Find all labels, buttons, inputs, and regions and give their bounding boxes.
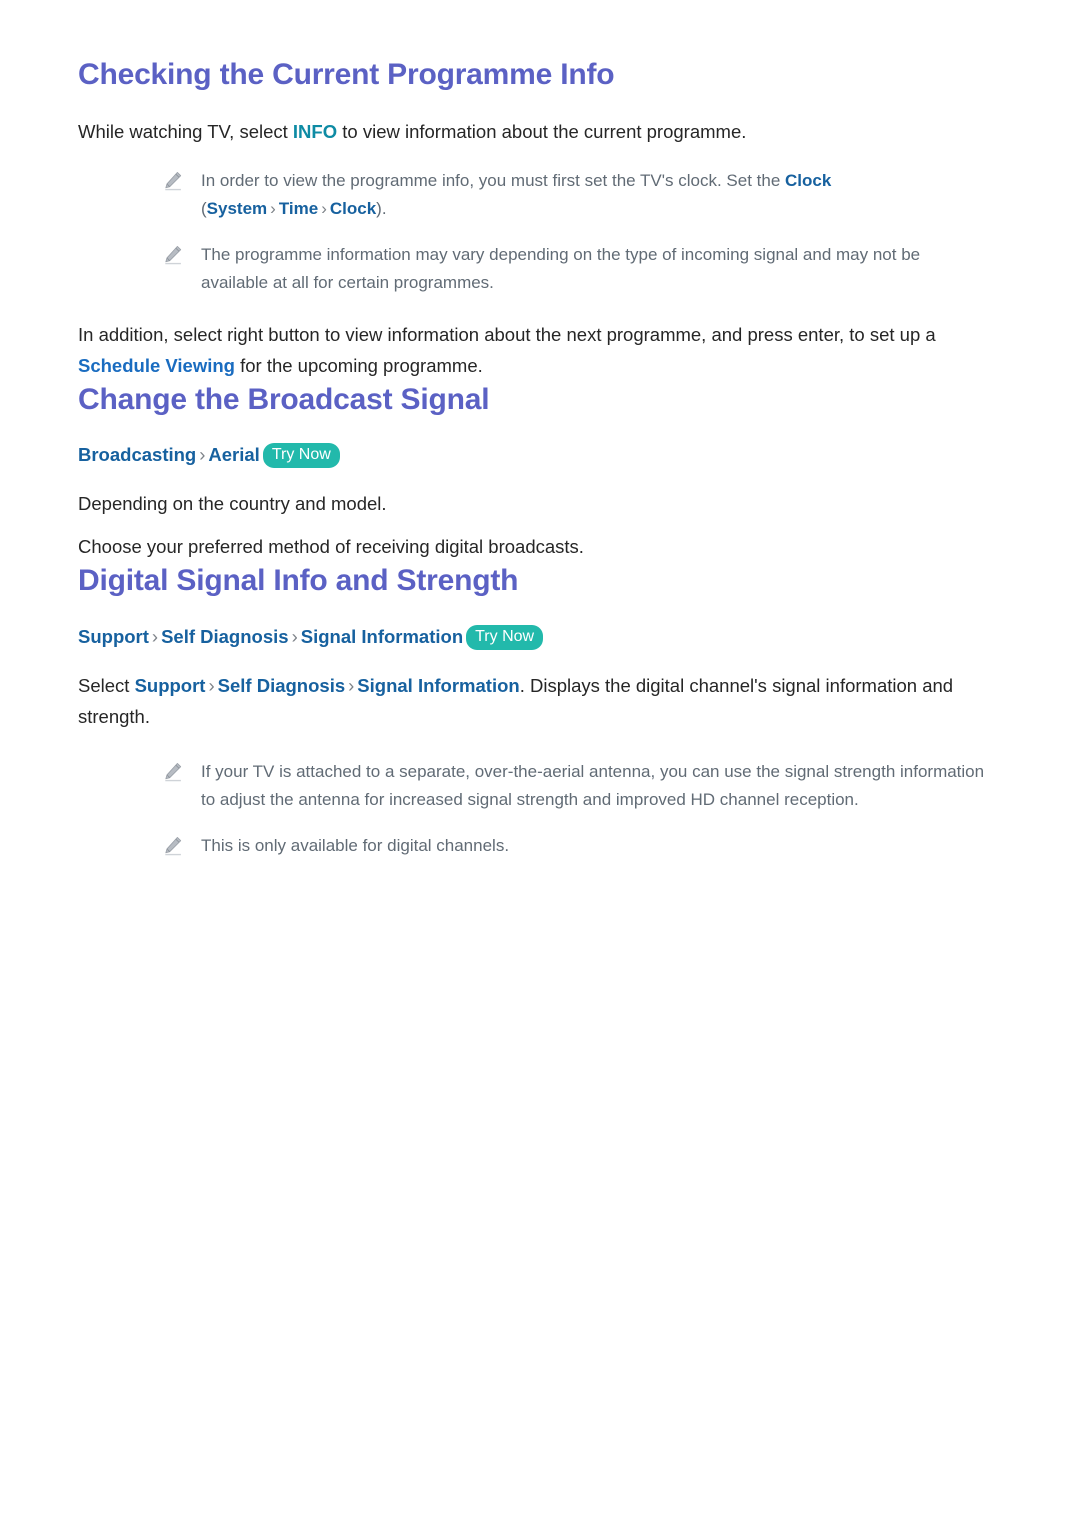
note-text-paren-close: ). — [376, 198, 387, 218]
chevron-separator-icon: › — [151, 625, 159, 647]
chevron-separator-icon: › — [291, 625, 298, 647]
select-instruction-paragraph: Select Support › Self Diagnosis › Signal Inf… — [78, 670, 988, 732]
menu-signal-information: Signal Information — [357, 674, 520, 696]
note-item: This is only available for digital chann… — [78, 832, 988, 860]
menu-self-diagnosis: Self Diagnosis — [217, 674, 346, 696]
menu-system: System — [206, 198, 268, 218]
menu-path-segment: Support — [78, 625, 149, 647]
menu-clock: Clock — [785, 170, 832, 190]
pencil-icon — [162, 761, 184, 783]
intro-text-before: While watching TV, select — [78, 120, 293, 142]
notes-list: In order to view the programme info, you… — [78, 167, 988, 297]
section-title-digital-signal-info: Digital Signal Info and Strength — [78, 564, 519, 597]
pencil-icon — [162, 244, 184, 266]
outro-text-after: for the upcoming programme. — [234, 354, 483, 376]
document-page: Checking the Current Programme Info Whil… — [0, 0, 1080, 1527]
menu-path-segment: Signal Information — [300, 625, 464, 647]
menu-time: Time — [278, 198, 319, 218]
pencil-icon — [162, 170, 184, 192]
info-key-label: INFO — [292, 120, 338, 142]
menu-support: Support — [134, 674, 206, 696]
menu-clock-2: Clock — [329, 198, 377, 218]
chevron-separator-icon: › — [321, 198, 327, 218]
note-text: If your TV is attached to a separate, ov… — [201, 761, 985, 809]
menu-path-segment: Aerial — [208, 444, 260, 465]
schedule-viewing-label: Schedule Viewing — [78, 354, 235, 376]
note-item: If your TV is attached to a separate, ov… — [78, 758, 988, 814]
note-text-part: In order to view the programme info, you… — [201, 170, 786, 190]
try-now-badge[interactable]: Try Now — [466, 624, 544, 650]
chevron-separator-icon: › — [348, 674, 355, 696]
section-paragraph: Choose your preferred method of receivin… — [78, 536, 584, 557]
notes-list: If your TV is attached to a separate, ov… — [78, 758, 988, 860]
menu-path-segment: Broadcasting — [78, 444, 197, 465]
select-lead: Select — [78, 674, 135, 696]
note-text: This is only available for digital chann… — [201, 835, 510, 855]
page-title: Checking the Current Programme Info — [78, 58, 615, 91]
try-now-badge[interactable]: Try Now — [262, 443, 340, 468]
chevron-separator-icon: › — [270, 198, 276, 218]
note-text: The programme information may vary depen… — [201, 244, 921, 292]
intro-text-after: to view information about the current pr… — [337, 120, 747, 142]
outro-paragraph: In addition, select right button to view… — [78, 319, 988, 381]
chevron-separator-icon: › — [199, 444, 206, 465]
chevron-separator-icon: › — [208, 674, 215, 696]
section-paragraph: Depending on the country and model. — [78, 493, 387, 514]
note-item: In order to view the programme info, you… — [78, 167, 988, 223]
menu-path-support: Support › Self Diagnosis › Signal Informatio… — [78, 622, 988, 652]
note-item: The programme information may vary depen… — [78, 241, 988, 297]
menu-path-broadcasting: Broadcasting › Aerial Try Now — [78, 440, 988, 470]
pencil-icon — [162, 835, 184, 857]
menu-path-segment: Self Diagnosis — [161, 625, 289, 647]
intro-paragraph: While watching TV, select INFO to view i… — [78, 116, 988, 147]
note-text: In order to view the programme info, you… — [201, 167, 988, 223]
section-title-change-broadcast-signal: Change the Broadcast Signal — [78, 382, 490, 416]
outro-text-before: In addition, select right button to view… — [78, 323, 936, 345]
